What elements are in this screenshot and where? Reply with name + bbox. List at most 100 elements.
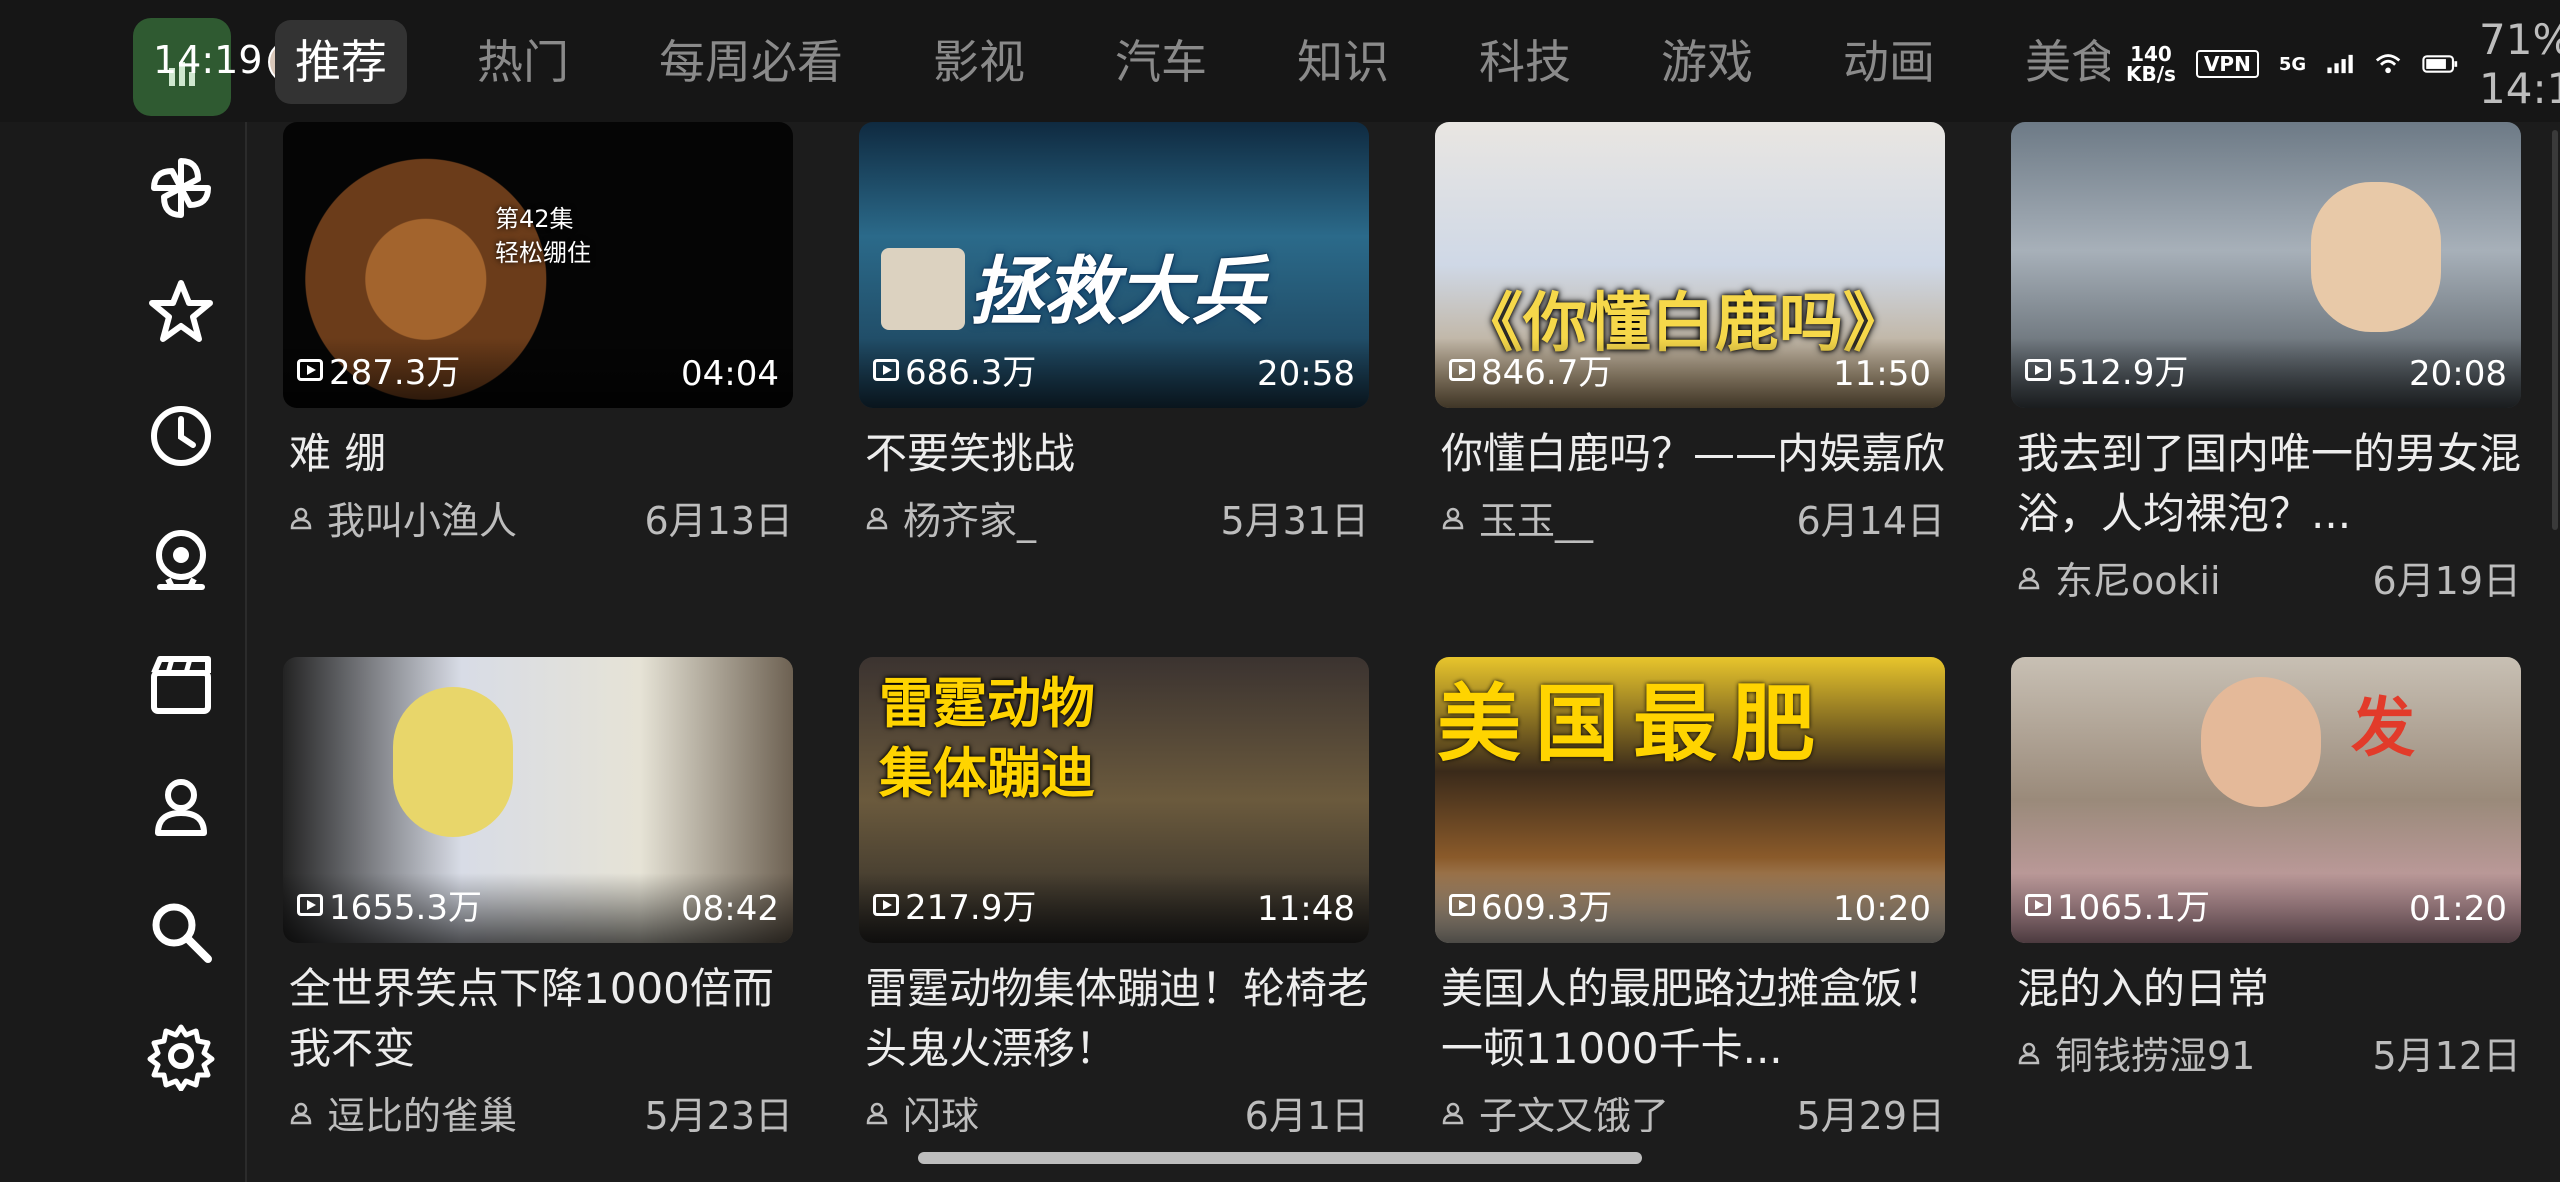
video-thumbnail[interactable]: 1655.3万 08:42 [283,657,793,943]
tab-weekly[interactable]: 每周必看 [639,20,863,104]
view-count: 686.3万 [873,345,1036,394]
view-count: 1065.1万 [2025,880,2210,929]
video-author[interactable]: 我叫小渔人 [289,490,517,545]
video-date: 5月23日 [644,1094,793,1132]
video-thumbnail[interactable]: 第42集 轻松绷住 287.3万 04:04 [283,122,793,408]
video-thumbnail[interactable]: 512.9万 20:08 [2011,122,2521,408]
video-date: 6月19日 [2372,559,2521,603]
video-author[interactable]: 闪球 [865,1085,979,1132]
uploader-icon [2018,1042,2040,1064]
wifi-icon [2376,54,2401,74]
clapperboard-icon[interactable] [141,644,221,724]
video-author[interactable]: 玉玉__ [1441,490,1593,545]
video-thumbnail[interactable]: 拯救大兵 686.3万 20:58 [859,122,1369,408]
video-card[interactable]: 发 1065.1万 01:20 混的入的日常 铜钱捞湿91 5月12日 [2011,657,2521,1080]
thumbnail-caption: 拯救大兵 [969,249,1265,335]
view-count: 609.3万 [1449,880,1612,929]
video-title[interactable]: 你懂白鹿吗？——内娱嘉欣 [1435,424,1945,484]
view-count: 217.9万 [873,880,1036,929]
video-card[interactable]: 美国最肥 609.3万 10:20 美国人的最肥路边摊盒饭！一顿11000千卡.… [1435,657,1945,1132]
pinwheel-icon[interactable] [141,148,221,228]
thumbnail-caption: 雷霆动物 集体蹦迪 [879,672,1095,805]
video-date: 6月13日 [644,499,793,543]
video-date: 5月29日 [1796,1094,1945,1132]
video-meta: 逗比的雀巢 5月23日 [283,1085,793,1132]
tab-tech[interactable]: 科技 [1459,20,1591,104]
search-icon[interactable] [141,892,221,972]
tab-recommend[interactable]: 推荐 [275,20,407,104]
video-duration: 20:58 [1257,354,1355,394]
video-card[interactable]: 《你懂白鹿吗》 846.7万 11:50 你懂白鹿吗？——内娱嘉欣 玉玉__ 6… [1435,122,1945,545]
video-card[interactable]: 1655.3万 08:42 全世界笑点下降1000倍而我不变 逗比的雀巢 5月2… [283,657,793,1132]
video-meta: 铜钱捞湿91 5月12日 [2011,1025,2521,1080]
video-title[interactable]: 我去到了国内唯一的男女混浴，人均裸泡？... [2011,424,2521,544]
home-indicator[interactable] [918,1152,1642,1164]
video-title[interactable]: 美国人的最肥路边摊盒饭！一顿11000千卡... [1435,959,1945,1079]
play-icon [2025,358,2051,381]
tab-knowledge[interactable]: 知识 [1277,20,1409,104]
video-duration: 10:20 [1833,889,1931,929]
video-author[interactable]: 杨齐家_ [865,490,1036,545]
status-icons: 140KB/s VPN 5G 71% 14:19 [2110,15,2560,113]
video-duration: 20:08 [2409,354,2507,394]
network-speed: 140 KB/s [2126,42,2176,86]
play-icon [1449,893,1475,916]
category-tabs: 推荐 热门 每周必看 影视 汽车 知识 科技 游戏 动画 美食 生活 [275,20,2369,104]
play-icon [297,358,323,381]
uploader-icon [866,1102,888,1124]
person-icon[interactable] [141,768,221,848]
tab-film[interactable]: 影视 [913,20,1045,104]
video-title[interactable]: 难 绷 [283,424,793,484]
video-card[interactable]: 雷霆动物 集体蹦迪 217.9万 11:48 雷霆动物集体蹦迪！轮椅老头鬼火漂移… [859,657,1369,1132]
video-thumbnail[interactable]: 美国最肥 609.3万 10:20 [1435,657,1945,943]
webcam-icon[interactable] [141,520,221,600]
tab-car[interactable]: 汽车 [1095,20,1227,104]
clock-icon[interactable] [141,396,221,476]
video-title[interactable]: 全世界笑点下降1000倍而我不变 [283,959,793,1079]
video-thumbnail[interactable]: 《你懂白鹿吗》 846.7万 11:50 [1435,122,1945,408]
gear-icon[interactable] [141,1016,221,1096]
thumbnail-character [393,687,513,837]
play-icon [1449,358,1475,381]
video-thumbnail[interactable]: 雷霆动物 集体蹦迪 217.9万 11:48 [859,657,1369,943]
video-grid: 第42集 轻松绷住 287.3万 04:04 难 绷 我叫小渔人 6月13日 拯… [283,122,2523,1132]
video-title[interactable]: 混的入的日常 [2011,959,2521,1019]
uploader-icon [2018,567,2040,589]
view-count: 846.7万 [1449,345,1612,394]
uploader-icon [1442,1102,1464,1124]
tab-hot[interactable]: 热门 [457,20,589,104]
scrollbar[interactable] [2552,130,2558,530]
video-title[interactable]: 不要笑挑战 [859,424,1369,484]
video-meta: 杨齐家_ 5月31日 [859,490,1369,545]
video-title[interactable]: 雷霆动物集体蹦迪！轮椅老头鬼火漂移！ [859,959,1369,1079]
play-icon [297,893,323,916]
signal-icon [2327,54,2353,74]
star-icon[interactable] [141,272,221,352]
video-thumbnail[interactable]: 发 1065.1万 01:20 [2011,657,2521,943]
video-author[interactable]: 东尼ookii [2017,550,2221,605]
vpn-badge: VPN [2195,50,2259,78]
video-duration: 11:48 [1257,889,1355,929]
video-meta: 东尼ookii 6月19日 [2011,550,2521,605]
tab-games[interactable]: 游戏 [1641,20,1773,104]
video-card[interactable]: 第42集 轻松绷住 287.3万 04:04 难 绷 我叫小渔人 6月13日 [283,122,793,545]
video-duration: 04:04 [681,354,779,394]
thumbnail-dog-image [881,248,965,330]
video-card[interactable]: 拯救大兵 686.3万 20:58 不要笑挑战 杨齐家_ 5月31日 [859,122,1369,545]
play-icon [873,358,899,381]
thumbnail-person [2311,182,2441,332]
video-author[interactable]: 逗比的雀巢 [289,1085,517,1132]
video-author[interactable]: 子文又饿了 [1441,1085,1669,1132]
video-meta: 我叫小渔人 6月13日 [283,490,793,545]
video-date: 6月14日 [1796,499,1945,543]
video-author[interactable]: 铜钱捞湿91 [2017,1025,2255,1080]
video-card[interactable]: 512.9万 20:08 我去到了国内唯一的男女混浴，人均裸泡？... 东尼oo… [2011,122,2521,605]
video-duration: 08:42 [681,889,779,929]
tab-anime[interactable]: 动画 [1823,20,1955,104]
video-meta: 子文又饿了 5月29日 [1435,1085,1945,1132]
view-count: 287.3万 [297,345,460,394]
video-date: 6月1日 [1244,1094,1369,1132]
uploader-icon [290,1102,312,1124]
thumbnail-person [2201,677,2321,807]
uploader-icon [1442,507,1464,529]
